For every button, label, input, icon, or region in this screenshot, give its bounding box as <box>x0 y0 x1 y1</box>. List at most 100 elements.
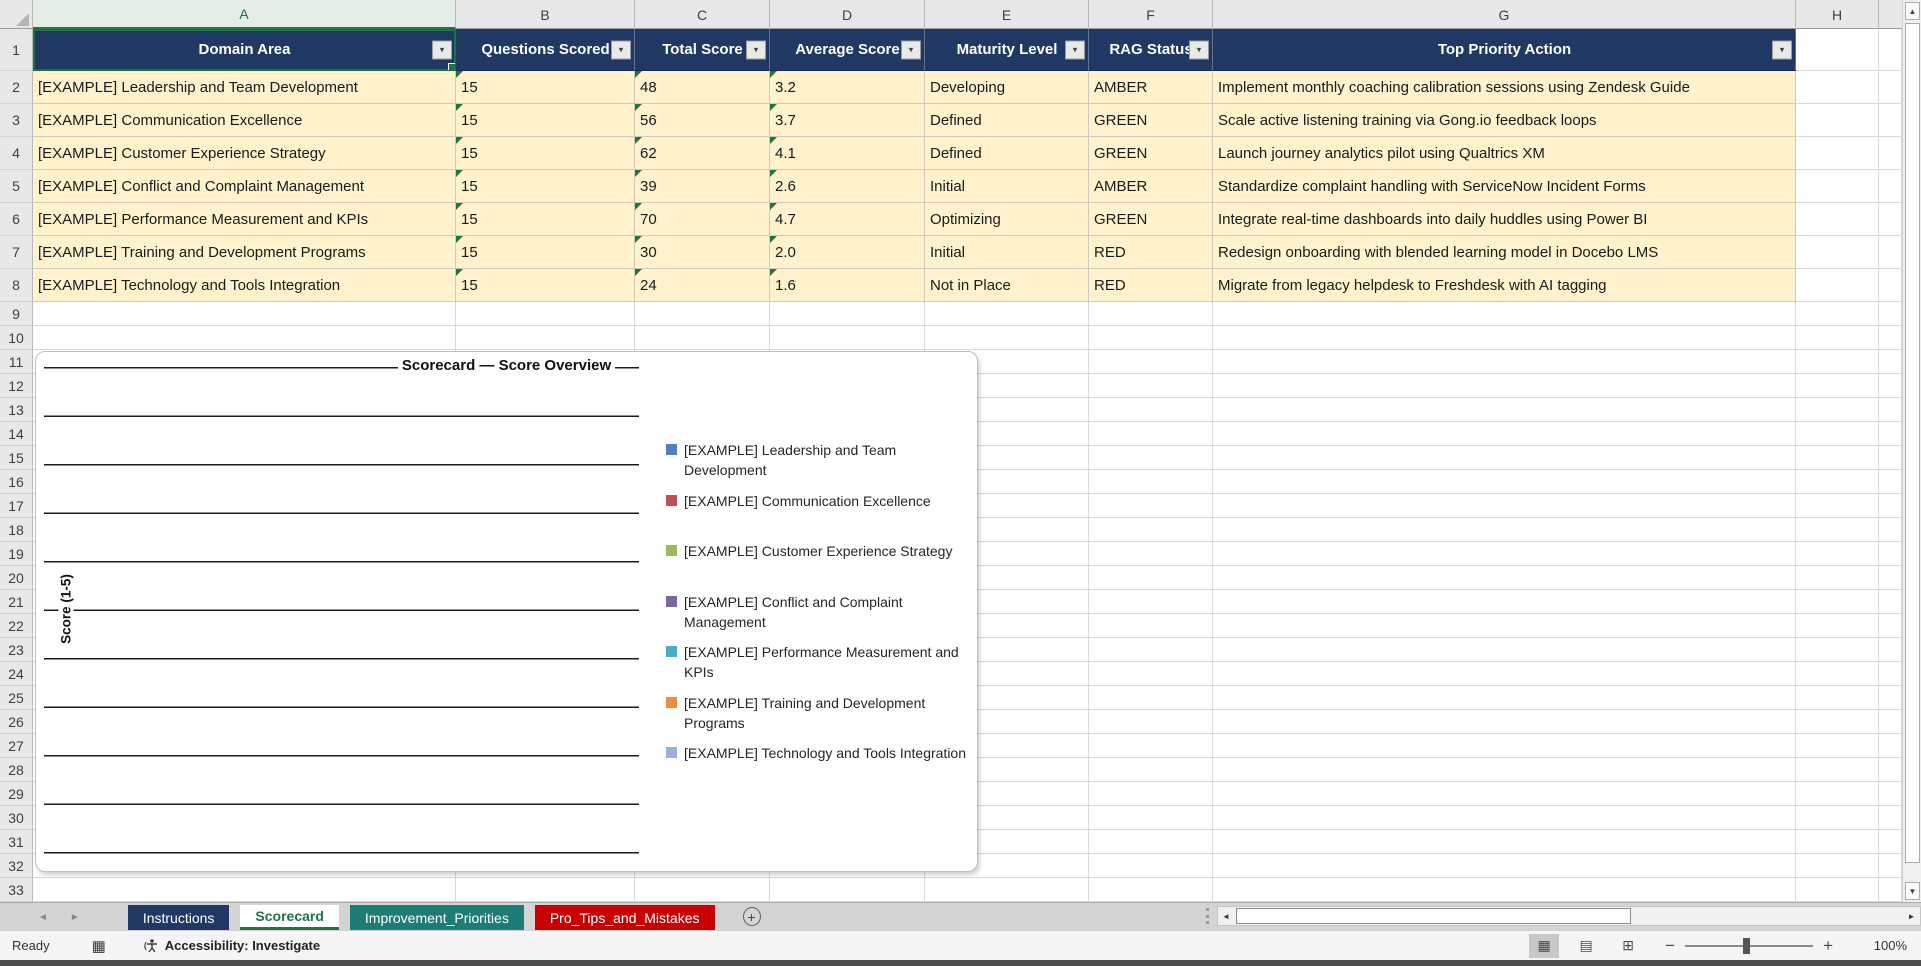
cell[interactable]: [EXAMPLE] Performance Measurement and KP… <box>33 203 456 236</box>
cell[interactable] <box>1879 104 1902 137</box>
scroll-left-button[interactable]: ◄ <box>1217 907 1235 925</box>
cell[interactable] <box>1089 854 1213 878</box>
cell[interactable]: 3.7 <box>770 104 925 137</box>
cell[interactable]: 3.2 <box>770 71 925 104</box>
vertical-scrollbar[interactable]: ▲ ▼ <box>1902 0 1921 902</box>
cell[interactable]: [EXAMPLE] Customer Experience Strategy <box>33 137 456 170</box>
cell[interactable] <box>1213 302 1796 326</box>
cell[interactable] <box>1879 422 1902 446</box>
row-header-4[interactable]: 4 <box>0 137 33 170</box>
cell[interactable] <box>1796 203 1879 236</box>
cell-h1[interactable] <box>1796 29 1879 71</box>
cell[interactable] <box>1213 734 1796 758</box>
row-header-27[interactable]: 27 <box>0 734 33 758</box>
cell[interactable] <box>1796 542 1879 566</box>
cell[interactable]: AMBER <box>1089 170 1213 203</box>
cell[interactable] <box>1879 326 1902 350</box>
cell[interactable]: Defined <box>925 137 1089 170</box>
cell[interactable] <box>1796 590 1879 614</box>
cell[interactable] <box>1089 518 1213 542</box>
cell[interactable] <box>1879 878 1902 902</box>
cell[interactable]: Initial <box>925 236 1089 269</box>
row-header-29[interactable]: 29 <box>0 782 33 806</box>
scrollbar-grip-dots[interactable] <box>1205 908 1209 924</box>
cell[interactable] <box>1796 782 1879 806</box>
cell[interactable] <box>456 302 635 326</box>
row-header-26[interactable]: 26 <box>0 710 33 734</box>
cell[interactable] <box>1796 350 1879 374</box>
cell[interactable]: Standardize complaint handling with Serv… <box>1213 170 1796 203</box>
cell[interactable]: 1.6 <box>770 269 925 302</box>
cell[interactable] <box>635 878 770 902</box>
cell[interactable]: 2.0 <box>770 236 925 269</box>
cell[interactable] <box>1796 518 1879 542</box>
cell[interactable]: Launch journey analytics pilot using Qua… <box>1213 137 1796 170</box>
row-header-33[interactable]: 33 <box>0 878 33 902</box>
cell[interactable]: 15 <box>456 71 635 104</box>
cell[interactable] <box>1879 170 1902 203</box>
cell[interactable]: 15 <box>456 269 635 302</box>
cell[interactable]: Redesign onboarding with blended learnin… <box>1213 236 1796 269</box>
cell[interactable] <box>1879 710 1902 734</box>
header-cell-rag-status[interactable]: RAG Status ▾ <box>1089 29 1213 71</box>
cell[interactable] <box>1879 638 1902 662</box>
cell[interactable]: [EXAMPLE] Leadership and Team Developmen… <box>33 71 456 104</box>
cell[interactable] <box>1796 710 1879 734</box>
cell[interactable] <box>1089 878 1213 902</box>
cell[interactable] <box>1796 662 1879 686</box>
cell[interactable] <box>1213 350 1796 374</box>
cell[interactable]: [EXAMPLE] Communication Excellence <box>33 104 456 137</box>
tab-scorecard[interactable]: Scorecard <box>240 905 339 930</box>
row-header-14[interactable]: 14 <box>0 422 33 446</box>
zoom-slider-thumb[interactable] <box>1743 937 1751 954</box>
row-header-1[interactable]: 1 <box>0 29 33 71</box>
cell[interactable]: Defined <box>925 104 1089 137</box>
cell[interactable]: 15 <box>456 104 635 137</box>
column-header-e[interactable]: E <box>925 0 1089 29</box>
cell[interactable] <box>1796 566 1879 590</box>
filter-button[interactable]: ▾ <box>1189 40 1209 59</box>
cell[interactable] <box>635 302 770 326</box>
cell[interactable] <box>1089 542 1213 566</box>
cell[interactable] <box>1213 542 1796 566</box>
row-header-12[interactable]: 12 <box>0 374 33 398</box>
column-header-g[interactable]: G <box>1213 0 1796 29</box>
cell[interactable] <box>1213 878 1796 902</box>
cell[interactable] <box>1213 758 1796 782</box>
cell[interactable] <box>1879 470 1902 494</box>
column-header-h[interactable]: H <box>1796 0 1879 29</box>
cell[interactable] <box>1796 758 1879 782</box>
cell[interactable]: 39 <box>635 170 770 203</box>
cell[interactable] <box>1879 446 1902 470</box>
row-header-7[interactable]: 7 <box>0 236 33 269</box>
row-header-10[interactable]: 10 <box>0 326 33 350</box>
cell[interactable]: Integrate real-time dashboards into dail… <box>1213 203 1796 236</box>
cell[interactable]: Not in Place <box>925 269 1089 302</box>
column-header-a[interactable]: A <box>33 0 456 29</box>
cell[interactable] <box>1879 71 1902 104</box>
zoom-in-button[interactable]: + <box>1813 936 1843 956</box>
scroll-up-button[interactable]: ▲ <box>1905 2 1920 20</box>
cell[interactable] <box>1796 830 1879 854</box>
cell[interactable] <box>1796 638 1879 662</box>
column-header-f[interactable]: F <box>1089 0 1213 29</box>
cell[interactable]: 30 <box>635 236 770 269</box>
cell[interactable] <box>1879 614 1902 638</box>
row-header-23[interactable]: 23 <box>0 638 33 662</box>
cell[interactable] <box>1213 470 1796 494</box>
header-cell-maturity-level[interactable]: Maturity Level ▾ <box>925 29 1089 71</box>
cell[interactable]: RED <box>1089 269 1213 302</box>
filter-button[interactable]: ▾ <box>432 40 452 59</box>
cell[interactable] <box>1213 686 1796 710</box>
view-page-layout-button[interactable]: ▤ <box>1571 934 1601 958</box>
cell[interactable]: GREEN <box>1089 104 1213 137</box>
cell[interactable] <box>1879 590 1902 614</box>
cell[interactable] <box>1879 686 1902 710</box>
header-cell-average-score[interactable]: Average Score ▾ <box>770 29 925 71</box>
cell[interactable] <box>1879 806 1902 830</box>
cell[interactable] <box>456 878 635 902</box>
cell[interactable] <box>1796 236 1879 269</box>
tab-pro-tips-and-mistakes[interactable]: Pro_Tips_and_Mistakes <box>534 905 715 930</box>
cell[interactable] <box>1879 566 1902 590</box>
scorecard-chart[interactable]: Scorecard — Score Overview Score (1-5) [… <box>35 351 978 872</box>
